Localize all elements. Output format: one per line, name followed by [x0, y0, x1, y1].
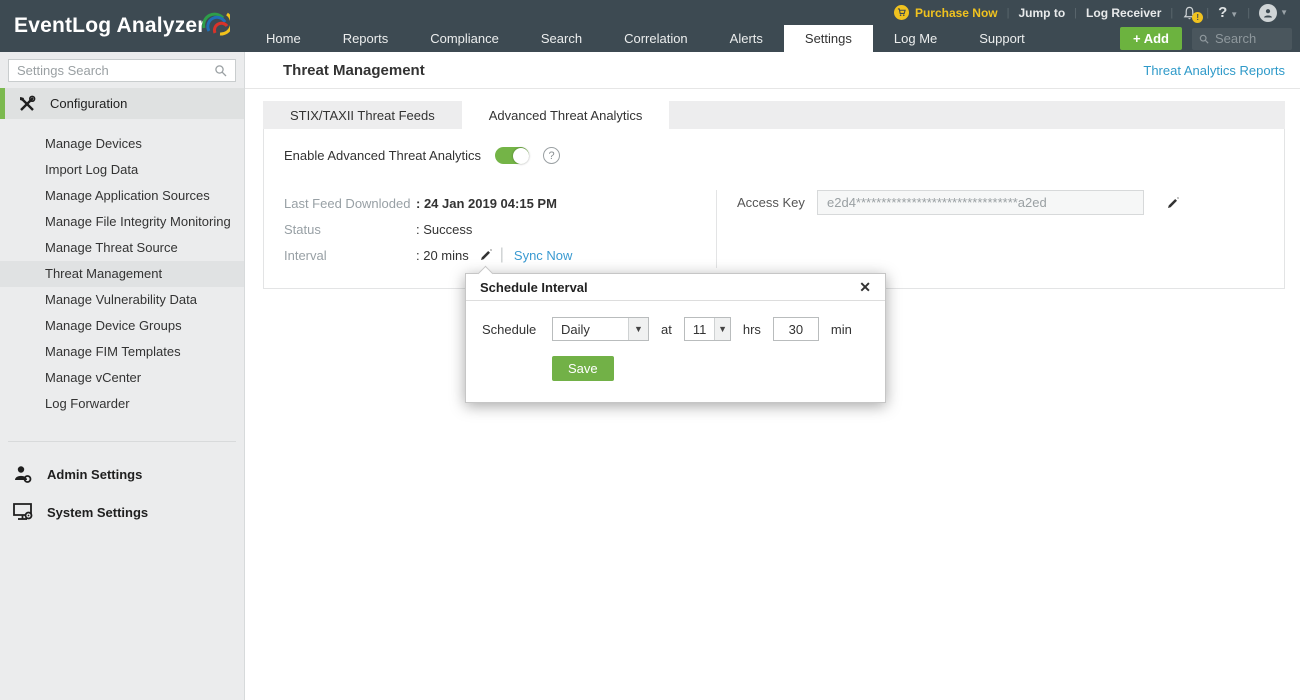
notifications-bell-icon[interactable]: ! [1182, 5, 1197, 21]
sidebar-item-manage-devices[interactable]: Manage Devices [0, 131, 244, 157]
tab-stix-taxii-threat-feeds[interactable]: STIX/TAXII Threat Feeds [263, 101, 462, 129]
at-label: at [661, 322, 672, 337]
global-search-input[interactable] [1215, 31, 1285, 46]
sidebar-item-manage-vulnerability-data[interactable]: Manage Vulnerability Data [0, 287, 244, 313]
last-feed-label: Last Feed Downloded [284, 196, 416, 211]
sidebar-item-manage-file-integrity-monitoring[interactable]: Manage File Integrity Monitoring [0, 209, 244, 235]
help-icon[interactable]: ? [543, 147, 560, 164]
save-button[interactable]: Save [552, 356, 614, 381]
chevron-down-icon: ▼ [1230, 10, 1238, 19]
sidebar-item-manage-threat-source[interactable]: Manage Threat Source [0, 235, 244, 261]
status-value: : Success [416, 222, 472, 237]
schedule-hour-select[interactable]: 11 ▼ [684, 317, 731, 341]
settings-search[interactable] [8, 59, 236, 82]
tab-advanced-threat-analytics[interactable]: Advanced Threat Analytics [462, 101, 670, 129]
schedule-frequency-value: Daily [553, 318, 628, 340]
sidebar-item-manage-vcenter[interactable]: Manage vCenter [0, 365, 244, 391]
sidebar-item-log-forwarder[interactable]: Log Forwarder [0, 391, 244, 417]
dialog-title: Schedule Interval [480, 280, 588, 295]
user-avatar-icon [1259, 4, 1277, 22]
chevron-down-icon: ▼ [714, 318, 730, 340]
logo-swoosh-icon [200, 6, 230, 36]
sync-now-link[interactable]: Sync Now [514, 248, 573, 263]
top-bar: EventLog Analyzer Purchase Now | Jump to… [0, 0, 1300, 52]
sidebar-section-admin-settings[interactable]: Admin Settings [0, 464, 244, 484]
nav-home[interactable]: Home [245, 25, 322, 52]
settings-sidebar: Configuration Manage Devices Import Log … [0, 52, 245, 700]
edit-access-key-pencil-icon[interactable] [1166, 197, 1179, 210]
status-label: Status [284, 222, 416, 237]
nav-compliance[interactable]: Compliance [409, 25, 520, 52]
system-monitor-gear-icon [12, 502, 34, 522]
sidebar-menu: Manage Devices Import Log Data Manage Ap… [0, 131, 244, 417]
access-key-input [817, 190, 1144, 215]
interval-label: Interval [284, 248, 416, 263]
log-receiver-link[interactable]: Log Receiver [1086, 6, 1161, 20]
edit-interval-pencil-icon[interactable] [479, 249, 492, 262]
app-logo-text: EventLog Analyzer [14, 14, 206, 38]
sidebar-section-system-settings[interactable]: System Settings [0, 502, 244, 522]
schedule-label: Schedule [482, 322, 552, 337]
purchase-now-link[interactable]: Purchase Now [894, 5, 998, 20]
sidebar-section-label: Configuration [50, 96, 127, 111]
schedule-hour-value: 11 [685, 318, 715, 340]
nav-reports[interactable]: Reports [322, 25, 410, 52]
cart-icon [894, 5, 909, 20]
last-feed-value: : 24 Jan 2019 04:15 PM [416, 196, 557, 211]
close-icon[interactable]: ✕ [859, 280, 871, 294]
threat-analytics-reports-link[interactable]: Threat Analytics Reports [1143, 63, 1285, 78]
global-search[interactable] [1192, 28, 1292, 50]
admin-user-gear-icon [12, 464, 34, 484]
nav-settings[interactable]: Settings [784, 25, 873, 52]
user-menu[interactable]: ▼ [1259, 4, 1288, 22]
hrs-label: hrs [743, 322, 761, 337]
interval-value: : 20 mins [416, 248, 469, 263]
jump-to-link[interactable]: Jump to [1019, 6, 1066, 20]
enable-toggle[interactable] [495, 147, 529, 164]
dialog-header: Schedule Interval ✕ [466, 274, 885, 301]
sidebar-section-label: Admin Settings [47, 467, 142, 482]
schedule-interval-dialog: Schedule Interval ✕ Schedule Daily ▼ at … [465, 273, 886, 403]
sidebar-section-configuration[interactable]: Configuration [0, 88, 244, 119]
search-icon [1199, 33, 1209, 45]
page-title: Threat Management [283, 62, 425, 79]
chevron-down-icon: ▼ [628, 318, 648, 340]
nav-log-me[interactable]: Log Me [873, 25, 958, 52]
nav-alerts[interactable]: Alerts [709, 25, 784, 52]
tab-bar: STIX/TAXII Threat Feeds Advanced Threat … [263, 101, 1285, 129]
last-feed-row: Last Feed Downloded : 24 Jan 2019 04:15 … [284, 190, 716, 216]
sidebar-item-manage-device-groups[interactable]: Manage Device Groups [0, 313, 244, 339]
settings-search-input[interactable] [17, 63, 214, 78]
chevron-down-icon: ▼ [1280, 8, 1288, 17]
tools-icon [18, 95, 36, 113]
feed-details: Last Feed Downloded : 24 Jan 2019 04:15 … [264, 190, 716, 268]
schedule-frequency-select[interactable]: Daily ▼ [552, 317, 649, 341]
sidebar-item-import-log-data[interactable]: Import Log Data [0, 157, 244, 183]
access-key-section: Access Key [716, 190, 1284, 268]
schedule-minute-input[interactable] [773, 317, 819, 341]
sidebar-item-manage-fim-templates[interactable]: Manage FIM Templates [0, 339, 244, 365]
nav-support[interactable]: Support [958, 25, 1046, 52]
sidebar-item-manage-application-sources[interactable]: Manage Application Sources [0, 183, 244, 209]
app-logo[interactable]: EventLog Analyzer [0, 0, 245, 52]
sidebar-section-label: System Settings [47, 505, 148, 520]
advanced-threat-analytics-panel: Enable Advanced Threat Analytics ? Last … [263, 129, 1285, 289]
notification-badge: ! [1192, 12, 1203, 23]
status-row: Status : Success [284, 216, 716, 242]
search-icon [214, 64, 227, 77]
main-nav: Home Reports Compliance Search Correlati… [245, 25, 1300, 52]
interval-row: Interval : 20 mins | Sync Now [284, 242, 716, 268]
enable-advanced-threat-analytics-label: Enable Advanced Threat Analytics [284, 148, 481, 163]
nav-search[interactable]: Search [520, 25, 603, 52]
sidebar-item-threat-management[interactable]: Threat Management [0, 261, 244, 287]
nav-correlation[interactable]: Correlation [603, 25, 709, 52]
sidebar-divider [8, 441, 236, 442]
utility-bar: Purchase Now | Jump to | Log Receiver | … [245, 0, 1300, 25]
page-header: Threat Management Threat Analytics Repor… [245, 52, 1300, 89]
min-label: min [831, 322, 852, 337]
help-menu[interactable]: ?▼ [1218, 4, 1238, 21]
access-key-label: Access Key [737, 190, 805, 216]
add-button[interactable]: + Add [1120, 27, 1182, 50]
